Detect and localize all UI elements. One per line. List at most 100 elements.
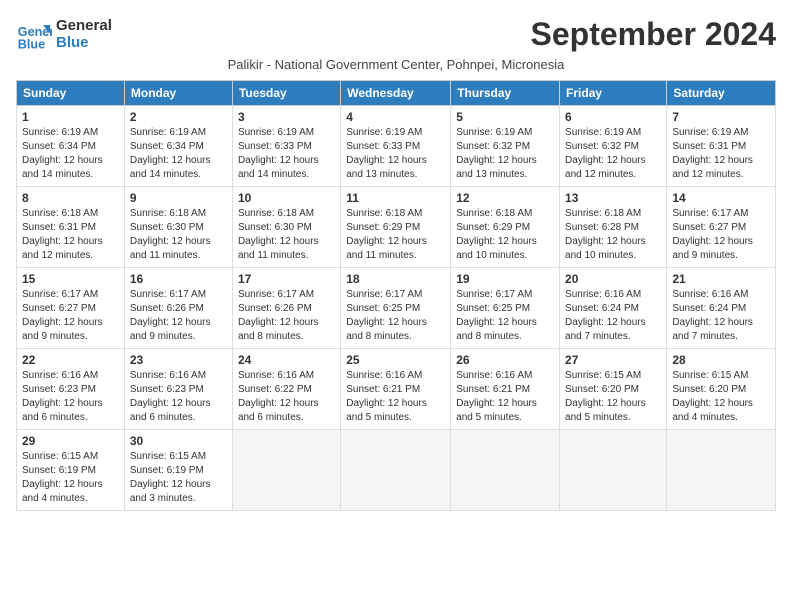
calendar-day: 5 Sunrise: 6:19 AM Sunset: 6:32 PM Dayli… (451, 106, 560, 187)
day-info: Sunrise: 6:15 AM Sunset: 6:20 PM Dayligh… (672, 369, 770, 425)
calendar-day: 14 Sunrise: 6:17 AM Sunset: 6:27 PM Dayl… (667, 187, 776, 268)
calendar-day: 28 Sunrise: 6:15 AM Sunset: 6:20 PM Dayl… (667, 349, 776, 430)
calendar-day: 16 Sunrise: 6:17 AM Sunset: 6:26 PM Dayl… (124, 268, 232, 349)
calendar-day (232, 430, 340, 511)
calendar-day: 30 Sunrise: 6:15 AM Sunset: 6:19 PM Dayl… (124, 430, 232, 511)
day-number: 12 (456, 191, 554, 205)
day-info: Sunrise: 6:19 AM Sunset: 6:33 PM Dayligh… (238, 126, 335, 182)
weekday-header-tuesday: Tuesday (232, 81, 340, 106)
day-info: Sunrise: 6:19 AM Sunset: 6:34 PM Dayligh… (22, 126, 119, 182)
day-number: 15 (22, 272, 119, 286)
day-info: Sunrise: 6:19 AM Sunset: 6:32 PM Dayligh… (456, 126, 554, 182)
calendar-day: 13 Sunrise: 6:18 AM Sunset: 6:28 PM Dayl… (560, 187, 667, 268)
logo-line1: General (56, 17, 112, 34)
day-info: Sunrise: 6:15 AM Sunset: 6:20 PM Dayligh… (565, 369, 661, 425)
calendar-week-4: 22 Sunrise: 6:16 AM Sunset: 6:23 PM Dayl… (17, 349, 776, 430)
logo-line2: Blue (56, 34, 112, 51)
calendar-day: 17 Sunrise: 6:17 AM Sunset: 6:26 PM Dayl… (232, 268, 340, 349)
calendar-day: 2 Sunrise: 6:19 AM Sunset: 6:34 PM Dayli… (124, 106, 232, 187)
weekday-header-friday: Friday (560, 81, 667, 106)
calendar-day (451, 430, 560, 511)
day-number: 4 (346, 110, 445, 124)
weekday-header-sunday: Sunday (17, 81, 125, 106)
calendar-day: 7 Sunrise: 6:19 AM Sunset: 6:31 PM Dayli… (667, 106, 776, 187)
day-number: 11 (346, 191, 445, 205)
calendar-day: 15 Sunrise: 6:17 AM Sunset: 6:27 PM Dayl… (17, 268, 125, 349)
calendar-day: 24 Sunrise: 6:16 AM Sunset: 6:22 PM Dayl… (232, 349, 340, 430)
day-number: 13 (565, 191, 661, 205)
day-info: Sunrise: 6:16 AM Sunset: 6:23 PM Dayligh… (130, 369, 227, 425)
calendar-day: 1 Sunrise: 6:19 AM Sunset: 6:34 PM Dayli… (17, 106, 125, 187)
calendar-day: 27 Sunrise: 6:15 AM Sunset: 6:20 PM Dayl… (560, 349, 667, 430)
day-info: Sunrise: 6:16 AM Sunset: 6:21 PM Dayligh… (346, 369, 445, 425)
day-info: Sunrise: 6:17 AM Sunset: 6:25 PM Dayligh… (456, 288, 554, 344)
day-info: Sunrise: 6:15 AM Sunset: 6:19 PM Dayligh… (22, 450, 119, 506)
calendar-day: 10 Sunrise: 6:18 AM Sunset: 6:30 PM Dayl… (232, 187, 340, 268)
calendar-day: 9 Sunrise: 6:18 AM Sunset: 6:30 PM Dayli… (124, 187, 232, 268)
day-info: Sunrise: 6:16 AM Sunset: 6:22 PM Dayligh… (238, 369, 335, 425)
weekday-header-thursday: Thursday (451, 81, 560, 106)
day-number: 16 (130, 272, 227, 286)
weekday-header-monday: Monday (124, 81, 232, 106)
calendar-header-row: SundayMondayTuesdayWednesdayThursdayFrid… (17, 81, 776, 106)
day-number: 5 (456, 110, 554, 124)
day-number: 10 (238, 191, 335, 205)
day-number: 9 (130, 191, 227, 205)
day-info: Sunrise: 6:16 AM Sunset: 6:24 PM Dayligh… (672, 288, 770, 344)
day-number: 18 (346, 272, 445, 286)
calendar-day: 19 Sunrise: 6:17 AM Sunset: 6:25 PM Dayl… (451, 268, 560, 349)
page-header: General Blue General Blue September 2024 (16, 16, 776, 53)
logo-icon: General Blue (16, 16, 52, 52)
day-number: 14 (672, 191, 770, 205)
calendar-day: 4 Sunrise: 6:19 AM Sunset: 6:33 PM Dayli… (341, 106, 451, 187)
weekday-header-wednesday: Wednesday (341, 81, 451, 106)
calendar-week-2: 8 Sunrise: 6:18 AM Sunset: 6:31 PM Dayli… (17, 187, 776, 268)
day-number: 20 (565, 272, 661, 286)
calendar-day: 18 Sunrise: 6:17 AM Sunset: 6:25 PM Dayl… (341, 268, 451, 349)
day-number: 26 (456, 353, 554, 367)
calendar-day: 12 Sunrise: 6:18 AM Sunset: 6:29 PM Dayl… (451, 187, 560, 268)
calendar-day (667, 430, 776, 511)
page-subtitle: Palikir - National Government Center, Po… (16, 57, 776, 72)
day-number: 27 (565, 353, 661, 367)
day-info: Sunrise: 6:19 AM Sunset: 6:32 PM Dayligh… (565, 126, 661, 182)
month-title: September 2024 (531, 16, 776, 53)
calendar-table: SundayMondayTuesdayWednesdayThursdayFrid… (16, 80, 776, 511)
weekday-header-saturday: Saturday (667, 81, 776, 106)
day-number: 2 (130, 110, 227, 124)
day-info: Sunrise: 6:18 AM Sunset: 6:28 PM Dayligh… (565, 207, 661, 263)
day-number: 1 (22, 110, 119, 124)
svg-text:Blue: Blue (18, 37, 45, 51)
day-info: Sunrise: 6:19 AM Sunset: 6:31 PM Dayligh… (672, 126, 770, 182)
day-info: Sunrise: 6:17 AM Sunset: 6:25 PM Dayligh… (346, 288, 445, 344)
calendar-week-1: 1 Sunrise: 6:19 AM Sunset: 6:34 PM Dayli… (17, 106, 776, 187)
day-number: 28 (672, 353, 770, 367)
day-number: 24 (238, 353, 335, 367)
calendar-day: 3 Sunrise: 6:19 AM Sunset: 6:33 PM Dayli… (232, 106, 340, 187)
calendar-day: 26 Sunrise: 6:16 AM Sunset: 6:21 PM Dayl… (451, 349, 560, 430)
day-info: Sunrise: 6:19 AM Sunset: 6:34 PM Dayligh… (130, 126, 227, 182)
day-number: 19 (456, 272, 554, 286)
day-info: Sunrise: 6:18 AM Sunset: 6:29 PM Dayligh… (346, 207, 445, 263)
day-number: 17 (238, 272, 335, 286)
day-info: Sunrise: 6:18 AM Sunset: 6:31 PM Dayligh… (22, 207, 119, 263)
calendar-week-3: 15 Sunrise: 6:17 AM Sunset: 6:27 PM Dayl… (17, 268, 776, 349)
day-number: 29 (22, 434, 119, 448)
day-info: Sunrise: 6:18 AM Sunset: 6:30 PM Dayligh… (238, 207, 335, 263)
day-number: 7 (672, 110, 770, 124)
calendar-week-5: 29 Sunrise: 6:15 AM Sunset: 6:19 PM Dayl… (17, 430, 776, 511)
logo: General Blue General Blue (16, 16, 112, 52)
day-number: 23 (130, 353, 227, 367)
day-info: Sunrise: 6:16 AM Sunset: 6:24 PM Dayligh… (565, 288, 661, 344)
day-info: Sunrise: 6:17 AM Sunset: 6:26 PM Dayligh… (130, 288, 227, 344)
day-number: 8 (22, 191, 119, 205)
calendar-day (560, 430, 667, 511)
day-info: Sunrise: 6:17 AM Sunset: 6:26 PM Dayligh… (238, 288, 335, 344)
day-number: 30 (130, 434, 227, 448)
calendar-day: 20 Sunrise: 6:16 AM Sunset: 6:24 PM Dayl… (560, 268, 667, 349)
calendar-day: 6 Sunrise: 6:19 AM Sunset: 6:32 PM Dayli… (560, 106, 667, 187)
day-info: Sunrise: 6:19 AM Sunset: 6:33 PM Dayligh… (346, 126, 445, 182)
day-number: 3 (238, 110, 335, 124)
day-info: Sunrise: 6:18 AM Sunset: 6:30 PM Dayligh… (130, 207, 227, 263)
calendar-day (341, 430, 451, 511)
